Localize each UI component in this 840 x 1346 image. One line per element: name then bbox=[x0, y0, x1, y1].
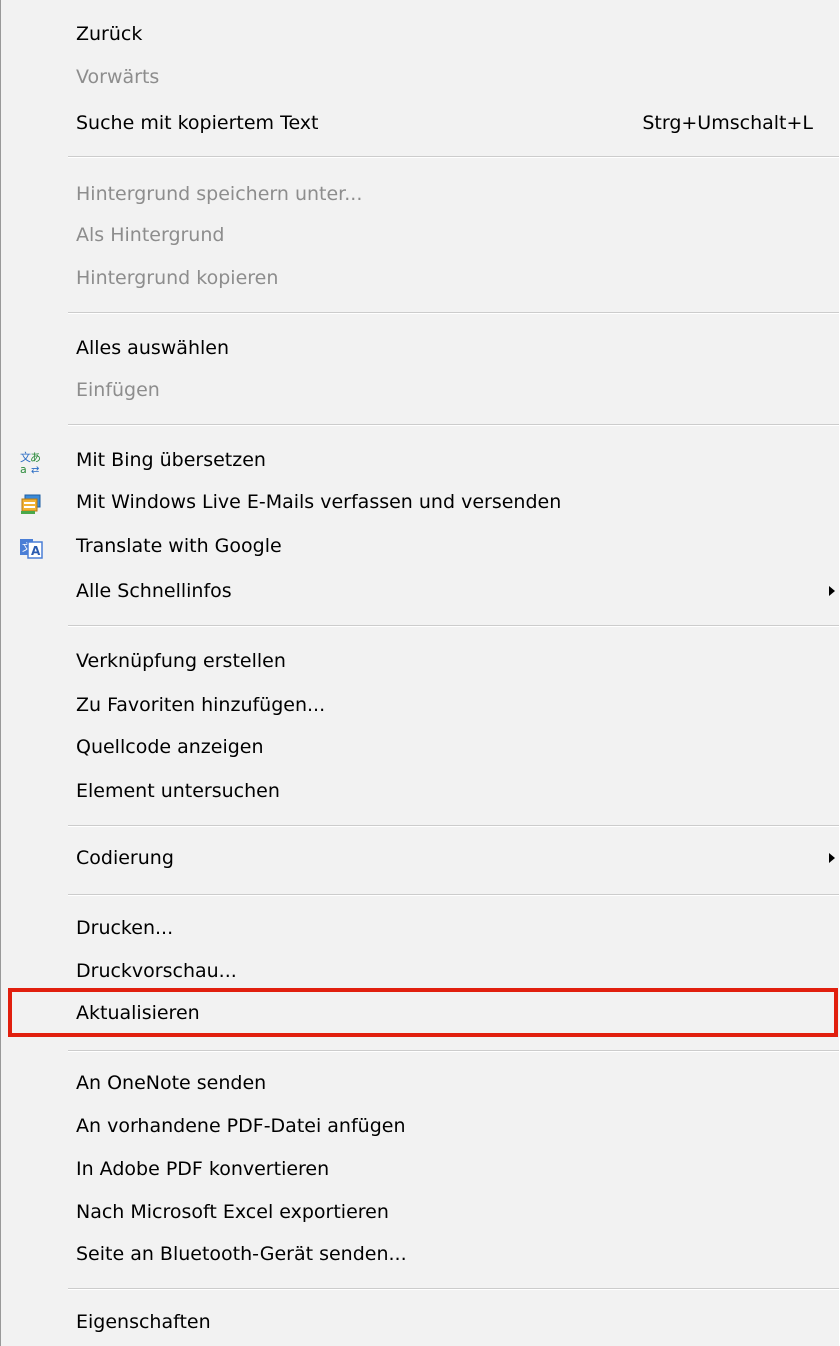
menu-separator bbox=[68, 156, 839, 158]
svg-text:⇄: ⇄ bbox=[31, 465, 39, 474]
menu-item-label: Hintergrund kopieren bbox=[76, 267, 279, 289]
context-menu: Zurück Vorwärts Suche mit kopiertem Text… bbox=[0, 0, 839, 1346]
menu-item-label: Einfügen bbox=[76, 379, 160, 401]
menu-item-pdf-anfuegen[interactable]: An vorhandene PDF-Datei anfügen bbox=[1, 1106, 839, 1146]
menu-item-label: Translate with Google bbox=[76, 535, 282, 557]
svg-text:a: a bbox=[20, 463, 27, 474]
menu-item-excel-exportieren[interactable]: Nach Microsoft Excel exportieren bbox=[1, 1192, 839, 1232]
highlight-box bbox=[8, 988, 838, 1037]
menu-item-label: In Adobe PDF konvertieren bbox=[76, 1158, 330, 1180]
menu-item-label: Element untersuchen bbox=[76, 780, 280, 802]
menu-item-quellcode-anzeigen[interactable]: Quellcode anzeigen bbox=[1, 727, 839, 767]
menu-item-vorwaerts: Vorwärts bbox=[1, 57, 839, 97]
menu-item-label: Verknüpfung erstellen bbox=[76, 650, 286, 672]
menu-item-zurueck[interactable]: Zurück bbox=[1, 14, 839, 54]
menu-item-eigenschaften[interactable]: Eigenschaften bbox=[1, 1302, 839, 1342]
menu-item-codierung[interactable]: Codierung bbox=[1, 838, 839, 878]
menu-item-label: Eigenschaften bbox=[76, 1311, 211, 1333]
menu-item-druckvorschau[interactable]: Druckvorschau... bbox=[1, 951, 839, 991]
menu-item-onenote[interactable]: An OneNote senden bbox=[1, 1063, 839, 1103]
menu-item-hintergrund-kopieren: Hintergrund kopieren bbox=[1, 258, 839, 298]
menu-separator bbox=[68, 312, 839, 314]
menu-item-label: An OneNote senden bbox=[76, 1072, 267, 1094]
menu-item-hintergrund-speichern: Hintergrund speichern unter... bbox=[1, 174, 839, 214]
submenu-arrow-icon bbox=[829, 586, 835, 596]
menu-item-einfuegen: Einfügen bbox=[1, 370, 839, 410]
menu-item-label: Druckvorschau... bbox=[76, 960, 237, 982]
menu-item-label: Alle Schnellinfos bbox=[76, 580, 232, 602]
menu-item-alle-schnellinfos[interactable]: Alle Schnellinfos bbox=[1, 571, 839, 611]
menu-item-label: Zurück bbox=[76, 23, 143, 45]
menu-item-bing-uebersetzen[interactable]: 文 あ a ⇄ Mit Bing übersetzen bbox=[1, 440, 839, 480]
menu-separator bbox=[68, 625, 839, 627]
menu-item-zu-favoriten[interactable]: Zu Favoriten hinzufügen... bbox=[1, 685, 839, 725]
menu-item-label: Mit Windows Live E-Mails verfassen und v… bbox=[76, 491, 562, 513]
menu-item-verknuepfung-erstellen[interactable]: Verknüpfung erstellen bbox=[1, 641, 839, 681]
menu-item-alles-auswaehlen[interactable]: Alles auswählen bbox=[1, 328, 839, 368]
windows-live-mail-icon bbox=[19, 490, 43, 514]
menu-item-translate-google[interactable]: 文 A Translate with Google bbox=[1, 526, 839, 566]
menu-item-label: An vorhandene PDF-Datei anfügen bbox=[76, 1115, 406, 1137]
menu-item-element-untersuchen[interactable]: Element untersuchen bbox=[1, 771, 839, 811]
menu-separator bbox=[68, 825, 839, 827]
svg-text:A: A bbox=[31, 544, 41, 558]
menu-item-label: Vorwärts bbox=[76, 66, 160, 88]
menu-item-label: Suche mit kopiertem Text bbox=[76, 112, 319, 134]
svg-text:あ: あ bbox=[30, 451, 41, 464]
menu-item-label: Hintergrund speichern unter... bbox=[76, 183, 363, 205]
menu-separator bbox=[68, 1288, 839, 1290]
menu-item-label: Alles auswählen bbox=[76, 337, 230, 359]
menu-item-windows-live-mail[interactable]: Mit Windows Live E-Mails verfassen und v… bbox=[1, 482, 839, 522]
menu-item-label: Seite an Bluetooth-Gerät senden... bbox=[76, 1243, 407, 1265]
menu-item-label: Mit Bing übersetzen bbox=[76, 449, 266, 471]
menu-item-bluetooth[interactable]: Seite an Bluetooth-Gerät senden... bbox=[1, 1234, 839, 1274]
menu-item-label: Zu Favoriten hinzufügen... bbox=[76, 694, 326, 716]
menu-item-adobe-pdf[interactable]: In Adobe PDF konvertieren bbox=[1, 1149, 839, 1189]
menu-item-label: Nach Microsoft Excel exportieren bbox=[76, 1201, 389, 1223]
submenu-arrow-icon bbox=[829, 853, 835, 863]
google-translate-icon: 文 A bbox=[19, 534, 43, 559]
menu-item-label: Drucken... bbox=[76, 917, 174, 939]
menu-item-label: Als Hintergrund bbox=[76, 224, 225, 246]
menu-separator bbox=[68, 424, 839, 426]
menu-item-suche-kopierter-text[interactable]: Suche mit kopiertem Text Strg+Umschalt+L bbox=[1, 103, 839, 143]
menu-item-label: Quellcode anzeigen bbox=[76, 736, 264, 758]
bing-translate-icon: 文 あ a ⇄ bbox=[19, 448, 43, 476]
menu-item-als-hintergrund: Als Hintergrund bbox=[1, 215, 839, 255]
menu-item-label: Codierung bbox=[76, 847, 174, 869]
menu-item-drucken[interactable]: Drucken... bbox=[1, 908, 839, 948]
menu-separator bbox=[68, 1050, 839, 1052]
menu-separator bbox=[68, 894, 839, 896]
menu-item-shortcut: Strg+Umschalt+L bbox=[642, 112, 813, 134]
